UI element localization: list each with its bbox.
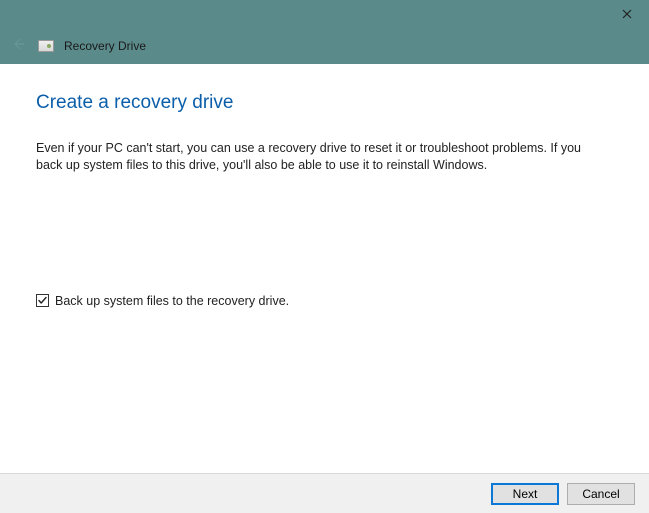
back-button (8, 36, 28, 56)
close-button[interactable] (604, 0, 649, 28)
window-title: Recovery Drive (64, 39, 146, 53)
page-description: Even if your PC can't start, you can use… (36, 140, 596, 174)
backup-checkbox-row[interactable]: Back up system files to the recovery dri… (36, 294, 613, 308)
cancel-button-label: Cancel (582, 487, 619, 501)
footer: Next Cancel (0, 473, 649, 513)
close-icon (622, 6, 632, 22)
next-button-label: Next (513, 487, 538, 501)
wizard-header: Recovery Drive (0, 28, 649, 64)
back-arrow-icon (10, 36, 26, 57)
titlebar (0, 0, 649, 28)
backup-checkbox[interactable] (36, 294, 49, 307)
page-heading: Create a recovery drive (36, 92, 613, 114)
drive-icon (38, 40, 54, 52)
backup-checkbox-label: Back up system files to the recovery dri… (55, 294, 289, 308)
next-button[interactable]: Next (491, 483, 559, 505)
content-area: Create a recovery drive Even if your PC … (0, 64, 649, 473)
checkmark-icon (37, 295, 48, 306)
cancel-button[interactable]: Cancel (567, 483, 635, 505)
